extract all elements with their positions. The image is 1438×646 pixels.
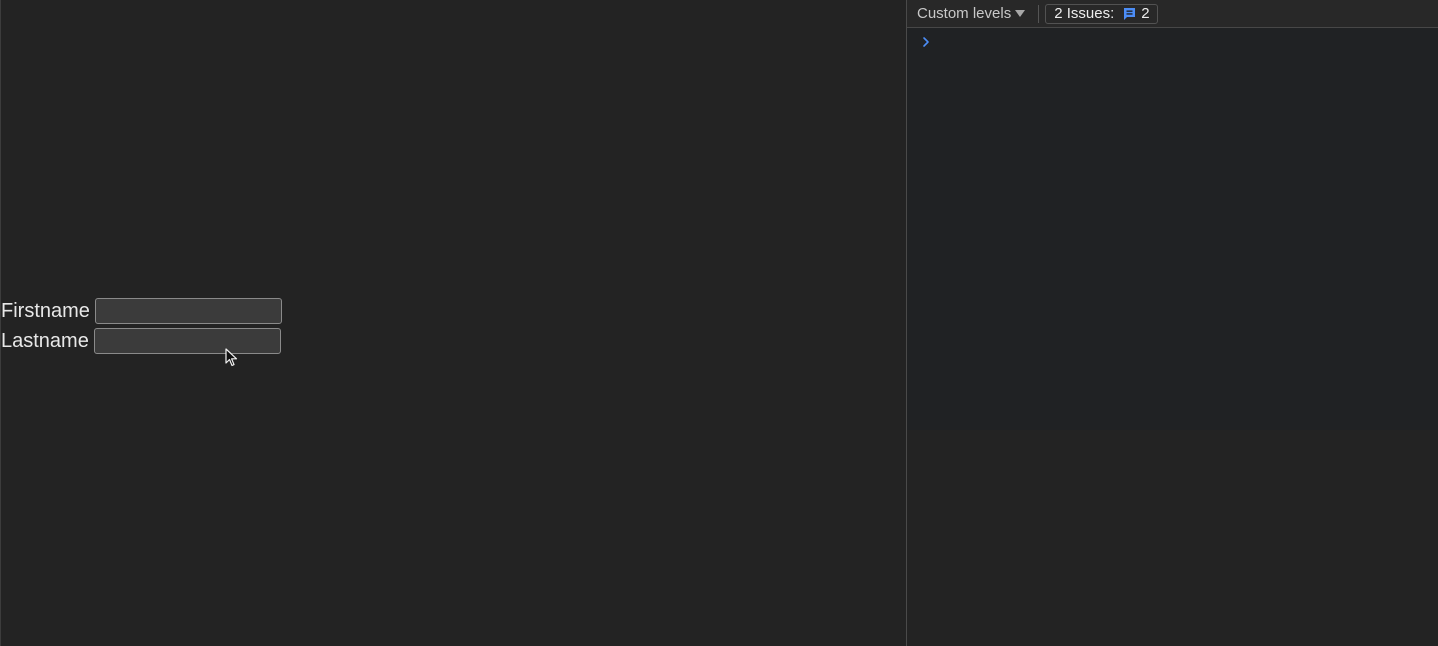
console-toolbar: Custom levels 2 Issues: 2 xyxy=(907,0,1438,28)
devtools-panel: Custom levels 2 Issues: 2 xyxy=(906,0,1438,646)
issues-button[interactable]: 2 Issues: 2 xyxy=(1045,3,1158,24)
lastname-input[interactable] xyxy=(93,328,281,354)
message-icon xyxy=(1122,6,1137,21)
name-form: Firstname Lastname xyxy=(1,296,282,356)
firstname-row: Firstname xyxy=(1,296,282,326)
page-viewport: Firstname Lastname xyxy=(0,0,906,646)
issues-count: 2 xyxy=(1141,5,1150,22)
lastname-label: Lastname xyxy=(1,330,89,352)
issues-label: 2 Issues: xyxy=(1054,5,1115,22)
log-levels-dropdown[interactable]: Custom levels xyxy=(917,5,1026,22)
screen: Firstname Lastname Custom levels 2 Issue… xyxy=(0,0,1438,646)
console-prompt[interactable] xyxy=(921,33,931,51)
console-output[interactable] xyxy=(907,28,1438,430)
toolbar-divider xyxy=(1038,4,1040,23)
firstname-input[interactable] xyxy=(94,298,282,324)
firstname-label: Firstname xyxy=(1,300,90,322)
log-levels-label: Custom levels xyxy=(917,5,1012,22)
caret-down-icon xyxy=(1015,10,1026,17)
mouse-pointer-icon xyxy=(225,348,238,367)
chevron-right-icon xyxy=(923,37,929,47)
lastname-row: Lastname xyxy=(1,326,282,356)
